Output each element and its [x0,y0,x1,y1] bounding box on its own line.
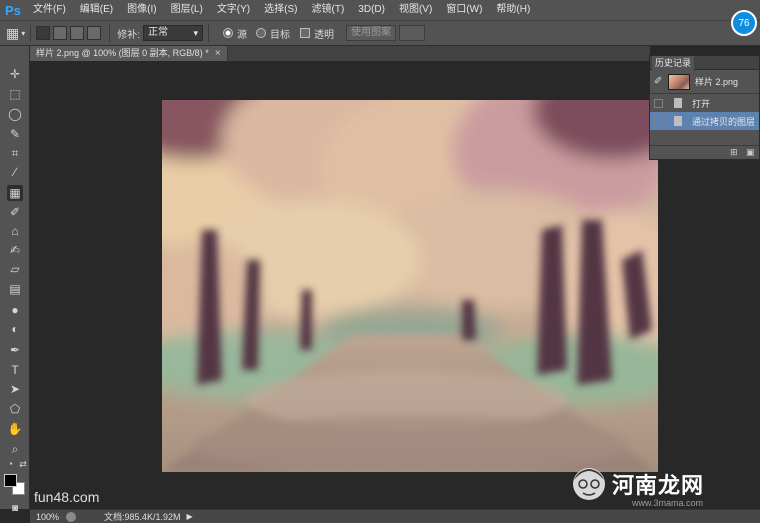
camera-icon[interactable]: ▣ [746,148,756,157]
new-selection-button[interactable] [36,26,51,40]
transparent-checkbox[interactable] [300,28,311,38]
blur-icon[interactable]: ● [7,302,23,318]
history-panel-footer: ⊞ ▣ [650,145,759,159]
healing-brush-icon[interactable]: ▦ [7,185,23,201]
path-select-icon[interactable]: ➤ [7,381,23,397]
cartoon-face-logo [573,468,605,500]
close-icon[interactable]: × [215,46,221,61]
menu-help[interactable]: 帮助(H) [489,0,537,20]
menu-3d[interactable]: 3D(D) [351,0,392,20]
status-info-icon[interactable] [66,511,76,522]
menu-window[interactable]: 窗口(W) [439,0,489,20]
intersect-selection-button[interactable] [87,26,102,40]
patch-tool-preset-icon[interactable]: ▦ [6,25,19,42]
menu-view[interactable]: 视图(V) [392,0,439,20]
patch-label: 修补: [117,29,141,41]
swap-colors-icon[interactable]: ⇄ [15,456,31,472]
foreground-color-swatch[interactable] [4,474,17,487]
document-icon [674,116,682,126]
history-source-checkbox[interactable] [654,116,663,126]
options-divider [30,24,32,42]
document-tab[interactable]: 样片 2.png @ 100% (图层 0 副本, RGB/8) * × [30,46,228,61]
history-panel-title[interactable]: 历史记录 [652,56,695,70]
dodge-icon[interactable]: ◐ [7,321,23,337]
history-source-checkbox[interactable] [654,98,663,108]
quick-mask-icon[interactable]: ◙ [7,501,23,517]
performance-badge: 76 [731,10,757,36]
history-snapshot[interactable]: ✐ 样片 2.png [650,70,759,94]
destination-label: 目标 [270,29,291,41]
move-tool-icon[interactable]: ✛ [7,66,23,82]
eraser-icon[interactable]: ▱ [7,261,23,277]
menu-image[interactable]: 图像(I) [120,0,163,20]
watermark-url: www.3mama.com [632,498,704,508]
menu-file[interactable]: 文件(F) [26,0,73,20]
marquee-tool-icon[interactable]: ⬚ [7,86,23,102]
options-bar: ▦ ▾ 修补: 正常 源 目标 透明 使用图案 [0,20,760,46]
watermark-right: 河南龙网 www.3mama.com [570,462,760,512]
destination-radio[interactable] [256,28,267,38]
crop-tool-icon[interactable]: ⌗ [7,145,23,161]
blurred-cherry-tree-photo [162,100,658,472]
type-tool-icon[interactable]: T [7,362,23,378]
watermark-left: fun48.com [34,489,100,505]
hand-tool-icon[interactable]: ✋ [7,421,23,437]
document-canvas[interactable] [162,100,658,472]
snapshot-thumbnail [668,73,690,90]
menu-filter[interactable]: 滤镜(T) [305,0,352,20]
gradient-icon[interactable]: ▤ [7,281,23,297]
menu-layer[interactable]: 图层(L) [164,0,210,20]
zoom-level[interactable]: 100% [30,512,60,522]
add-selection-button[interactable] [53,26,68,40]
status-menu-arrow-icon[interactable]: ▶ [187,512,193,521]
history-brush-source-icon[interactable]: ✐ [654,76,664,87]
toolbox: ✛ ⬚ ◯ ✎ ⌗ ∕ ▦ ✐ ⌂ ✍ ▱ ▤ ● ◐ ✒ T ➤ ⬠ ✋ ⌕ … [0,46,31,514]
menu-bar: Ps 文件(F) 编辑(E) 图像(I) 图层(L) 文字(Y) 选择(S) 滤… [0,0,760,20]
new-document-from-state-icon[interactable]: ⊞ [730,148,740,157]
options-divider [109,24,111,42]
photoshop-logo: Ps [5,2,21,18]
history-brush-icon[interactable]: ✍ [7,242,23,258]
snapshot-label: 样片 2.png [695,77,739,87]
menu-select[interactable]: 选择(S) [257,0,304,20]
pen-tool-icon[interactable]: ✒ [7,342,23,358]
document-size: 文档:985.4K/1.92M [104,512,181,522]
history-panel: 历史记录 ✐ 样片 2.png 打开 通过拷贝的图层 ⊞ ▣ [649,55,760,160]
source-label: 源 [237,29,248,41]
options-divider [208,24,210,42]
document-tab-bar: 样片 2.png @ 100% (图层 0 副本, RGB/8) * × [30,46,650,61]
clone-stamp-icon[interactable]: ⌂ [7,223,23,239]
document-icon [674,98,682,108]
quick-select-icon[interactable]: ✎ [7,126,23,142]
menu-edit[interactable]: 编辑(E) [73,0,120,20]
shape-tool-icon[interactable]: ⬠ [7,401,23,417]
patch-mode-select[interactable]: 正常 [143,25,204,41]
subtract-selection-button[interactable] [70,26,85,40]
zoom-tool-icon[interactable]: ⌕ [7,441,23,457]
history-panel-header: 历史记录 [650,56,759,70]
lasso-tool-icon[interactable]: ◯ [7,106,23,122]
watermark-brand: 河南龙网 [612,474,705,499]
brush-tool-icon[interactable]: ✐ [7,204,23,220]
history-item-label: 通过拷贝的图层 [692,116,756,127]
document-tab-title: 样片 2.png @ 100% (图层 0 副本, RGB/8) * [36,48,209,58]
transparent-label: 透明 [314,29,335,41]
source-radio[interactable] [223,28,234,38]
history-item[interactable]: 打开 [650,94,759,112]
history-item-label: 打开 [692,98,711,109]
use-pattern-button[interactable]: 使用图案 [346,25,397,41]
history-item-selected[interactable]: 通过拷贝的图层 [650,112,759,130]
pattern-picker[interactable] [399,25,426,41]
menu-type[interactable]: 文字(Y) [210,0,257,20]
eyedropper-icon[interactable]: ∕ [7,164,23,180]
chevron-down-icon[interactable]: ▾ [21,29,25,38]
